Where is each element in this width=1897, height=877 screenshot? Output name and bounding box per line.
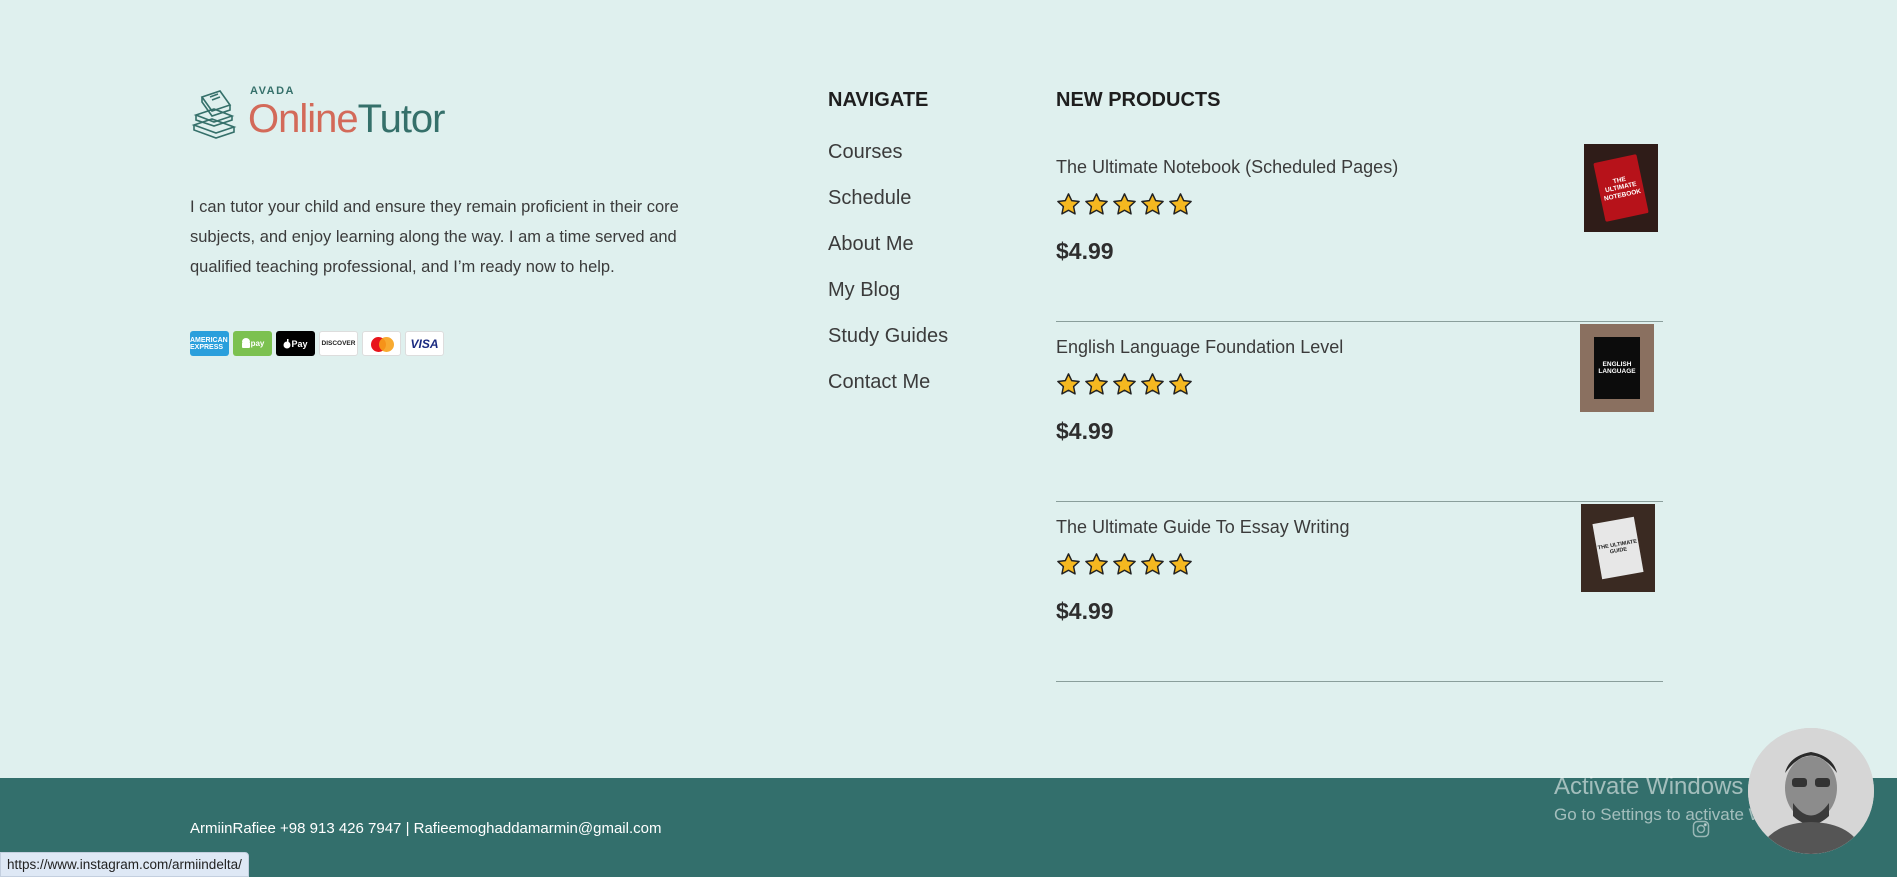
nav-link-my-blog[interactable]: My Blog (828, 275, 948, 321)
android-logo-icon (241, 337, 250, 348)
product-item: English Language Foundation Level $4.99 … (1056, 322, 1663, 502)
nav-link-about-me[interactable]: About Me (828, 229, 948, 275)
rating-stars (1056, 192, 1193, 217)
footer-contact-text: ArmiinRafiee +98 913 426 7947 | Rafieemo… (190, 820, 662, 837)
product-thumbnail[interactable]: ENGLISH LANGUAGE (1580, 324, 1654, 412)
logo-brand-label: AVADA (250, 85, 295, 97)
product-thumbnail[interactable]: THE ULTIMATE NOTEBOOK (1584, 144, 1658, 232)
book-cover: ENGLISH LANGUAGE (1594, 337, 1640, 399)
product-item: The Ultimate Notebook (Scheduled Pages) … (1056, 142, 1663, 322)
payment-methods: AMERICAN EXPRESS pay Pay DISCOVER VISA (190, 331, 444, 356)
product-price: $4.99 (1056, 598, 1114, 624)
product-title-link[interactable]: English Language Foundation Level (1056, 337, 1343, 358)
star-icon (1113, 373, 1136, 395)
rating-stars (1056, 372, 1193, 397)
book-cover: THE ULTIMATE NOTEBOOK (1593, 154, 1649, 222)
navigate-heading: NAVIGATE (828, 89, 929, 111)
amex-icon: AMERICAN EXPRESS (190, 331, 229, 356)
books-stack-icon (191, 90, 237, 139)
product-price: $4.99 (1056, 238, 1114, 264)
star-icon (1057, 373, 1080, 395)
nav-link-courses[interactable]: Courses (828, 137, 948, 183)
navigate-menu: Courses Schedule About Me My Blog Study … (828, 137, 948, 413)
discover-icon: DISCOVER (319, 331, 358, 356)
site-logo[interactable]: AVADA OnlineTutor (190, 86, 445, 139)
product-price: $4.99 (1056, 418, 1114, 444)
book-cover: THE ULTIMATE GUIDE (1592, 516, 1644, 580)
star-icon (1085, 553, 1108, 575)
android-pay-icon: pay (233, 331, 272, 356)
mastercard-icon (362, 331, 401, 356)
nav-link-contact-me[interactable]: Contact Me (828, 367, 948, 413)
apple-logo-icon (283, 338, 291, 348)
star-icon (1113, 553, 1136, 575)
rating-stars (1056, 552, 1193, 577)
person-portrait-icon (1748, 728, 1874, 854)
star-icon (1169, 193, 1192, 215)
amex-label: AMERICAN EXPRESS (190, 336, 228, 351)
product-thumbnail[interactable]: THE ULTIMATE GUIDE (1581, 504, 1655, 592)
star-icon (1169, 373, 1192, 395)
apple-pay-icon: Pay (276, 331, 315, 356)
product-title-link[interactable]: The Ultimate Guide To Essay Writing (1056, 517, 1349, 538)
star-icon (1085, 373, 1108, 395)
star-icon (1169, 553, 1192, 575)
nav-link-study-guides[interactable]: Study Guides (828, 321, 948, 367)
product-title-link[interactable]: The Ultimate Notebook (Scheduled Pages) (1056, 157, 1398, 178)
product-item: The Ultimate Guide To Essay Writing $4.9… (1056, 502, 1663, 682)
visa-label: VISA (410, 336, 439, 351)
star-icon (1085, 193, 1108, 215)
logo-tutor-text: Tutor (357, 97, 446, 141)
new-products-heading: NEW PRODUCTS (1056, 89, 1221, 111)
star-icon (1141, 193, 1164, 215)
android-pay-label: pay (250, 339, 265, 348)
logo-online-text: Online (248, 97, 359, 141)
status-bar-url: https://www.instagram.com/armiindelta/ (0, 852, 249, 877)
webcam-avatar (1748, 728, 1874, 854)
visa-icon: VISA (405, 331, 444, 356)
star-icon (1057, 193, 1080, 215)
discover-label: DISCOVER (321, 340, 356, 347)
star-icon (1141, 373, 1164, 395)
star-icon (1141, 553, 1164, 575)
intro-text: I can tutor your child and ensure they r… (190, 198, 679, 276)
star-icon (1057, 553, 1080, 575)
nav-link-schedule[interactable]: Schedule (828, 183, 948, 229)
apple-pay-label: Pay (291, 338, 308, 349)
star-icon (1113, 193, 1136, 215)
